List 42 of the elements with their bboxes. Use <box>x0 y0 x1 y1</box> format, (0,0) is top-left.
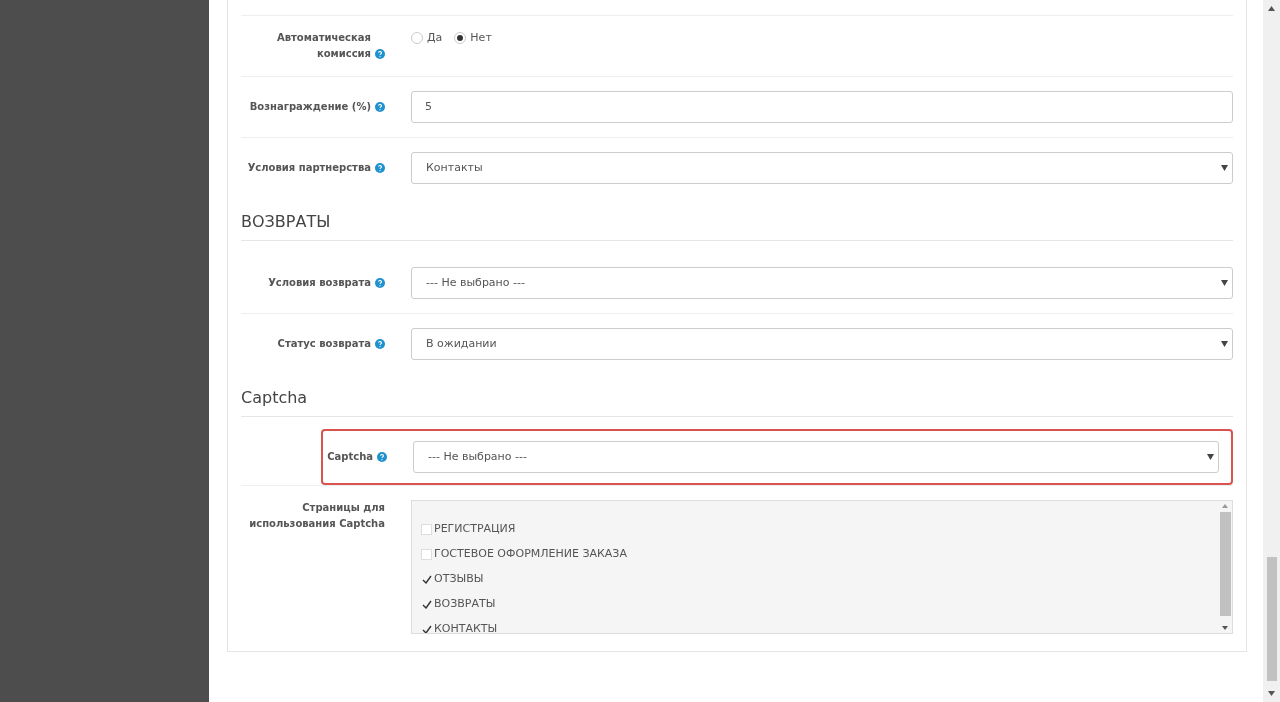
radio-button[interactable] <box>454 32 467 45</box>
checkbox-item[interactable]: ОТЗЫВЫ <box>421 567 1218 592</box>
checkbox-item[interactable]: КОНТАКТЫ <box>421 617 1218 633</box>
text-input[interactable]: 5 <box>411 91 1233 123</box>
help-icon[interactable] <box>375 339 385 349</box>
section-heading: ВОЗВРАТЫ <box>241 198 1233 241</box>
field-label: Статус возврата <box>277 337 371 351</box>
radio-button[interactable] <box>411 32 423 45</box>
checkbox-item[interactable]: ГОСТЕВОЕ ОФОРМЛЕНИЕ ЗАКАЗА <box>421 542 1218 567</box>
field-label: Captcha <box>327 450 373 464</box>
field-label: Условия партнерства <box>247 161 371 175</box>
checkbox-item[interactable]: ВОЗВРАТЫ <box>421 592 1218 617</box>
scroll-thumb[interactable] <box>1266 557 1277 681</box>
scroll-thumb[interactable] <box>1219 512 1231 616</box>
field-label: Условия возврата <box>268 276 371 290</box>
help-icon[interactable] <box>377 452 387 462</box>
help-icon[interactable] <box>375 49 385 59</box>
select-dropdown[interactable]: --- Не выбрано --- <box>413 441 1219 473</box>
field-label: Вознаграждение (%) <box>249 100 371 114</box>
caret-icon <box>1221 165 1228 171</box>
radio-option[interactable]: Нет <box>454 30 492 47</box>
checkbox[interactable] <box>421 624 432 633</box>
caret-icon <box>1221 280 1228 286</box>
help-icon[interactable] <box>375 278 385 288</box>
radio-option[interactable]: Да <box>411 30 443 47</box>
scroll-up-icon[interactable] <box>1268 6 1275 11</box>
help-icon[interactable] <box>375 102 385 112</box>
scroll-down-icon[interactable] <box>1222 626 1228 630</box>
page-scrollbar[interactable] <box>1263 0 1280 702</box>
checkbox-item[interactable]: РЕГИСТРАЦИЯ <box>421 517 1218 542</box>
caret-icon <box>1221 341 1228 347</box>
select-dropdown[interactable]: В ожидании <box>411 328 1233 360</box>
checkbox[interactable] <box>421 574 432 585</box>
help-icon[interactable] <box>375 163 385 173</box>
checkbox[interactable] <box>421 599 432 610</box>
select-dropdown[interactable]: --- Не выбрано --- <box>411 267 1233 299</box>
caret-icon <box>1207 454 1214 460</box>
section-heading: Captcha <box>241 374 1233 417</box>
field-label: Автоматическая комиссия <box>276 31 371 61</box>
select-dropdown[interactable]: Контакты <box>411 152 1233 184</box>
scroll-down-icon[interactable] <box>1268 691 1275 696</box>
field-label: Страницы для использования Captcha <box>248 501 385 531</box>
